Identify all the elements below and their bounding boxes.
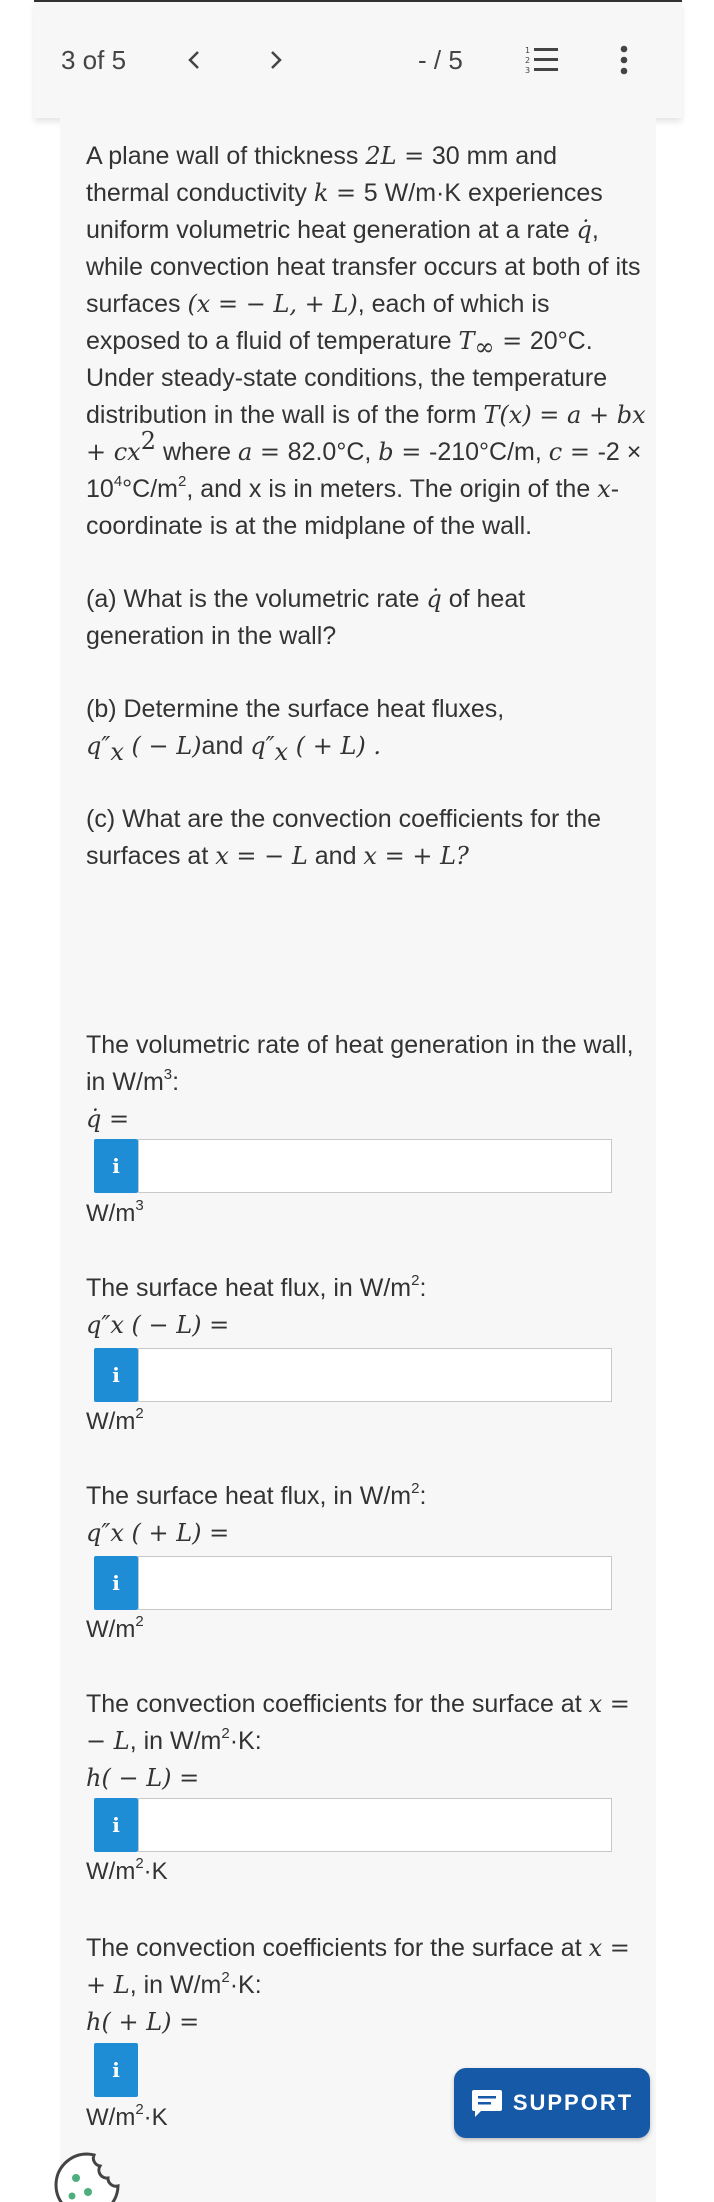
answer-5-prompt: The convection coefficients for the surf…: [86, 1934, 630, 2036]
svg-text:3: 3: [525, 66, 530, 75]
info-icon[interactable]: i: [94, 2043, 138, 2097]
answer-1-prompt: The volumetric rate of heat generation i…: [86, 1031, 634, 1133]
question-counter: 3 of 5: [61, 44, 127, 75]
support-button[interactable]: SUPPORT: [454, 2068, 650, 2138]
answer-2-prompt: The surface heat flux, in W/m2: q″x ( − …: [86, 1271, 427, 1339]
answer-1-input[interactable]: [138, 1139, 612, 1193]
answer-4-input[interactable]: [138, 1798, 612, 1852]
chevron-left-icon: [188, 51, 199, 69]
answer-3-unit: W/m2: [86, 1613, 144, 1643]
question-list-button[interactable]: 1 2 3: [518, 2, 566, 118]
more-vertical-icon: [620, 45, 628, 75]
answer-1-row: i: [94, 1139, 612, 1193]
info-icon[interactable]: i: [94, 1556, 138, 1610]
question-a: (a) What is the volumetric rate q̇ of he…: [86, 585, 526, 650]
answer-3-row: i: [94, 1556, 612, 1610]
info-icon[interactable]: i: [94, 1139, 138, 1193]
answer-1-unit: W/m3: [86, 1197, 144, 1227]
answer-5-unit: W/m2·K: [86, 2101, 168, 2131]
svg-text:1: 1: [525, 46, 530, 55]
question-toolbar: 3 of 5 - / 5 1 2 3: [34, 2, 682, 118]
info-icon[interactable]: i: [94, 1348, 138, 1402]
chat-icon: [471, 2090, 502, 2117]
numbered-list-icon: 1 2 3: [525, 46, 558, 75]
problem-statement: A plane wall of thickness 2L = 30 mm and…: [86, 138, 646, 875]
chevron-right-icon: [271, 51, 282, 69]
answer-4-prompt: The convection coefficients for the surf…: [86, 1690, 630, 1792]
question-b: (b) Determine the surface heat fluxes, q…: [86, 695, 505, 766]
answer-2-row: i: [94, 1348, 612, 1402]
question-c: (c) What are the convection coefficients…: [86, 805, 602, 870]
answer-5-row: i: [94, 2043, 138, 2097]
svg-text:2: 2: [525, 56, 530, 65]
question-score: - / 5: [418, 44, 463, 75]
answer-4-unit: W/m2·K: [86, 1855, 168, 1885]
previous-question-button[interactable]: [174, 2, 214, 118]
answer-4-row: i: [94, 1798, 612, 1852]
cookie-icon[interactable]: [52, 2150, 122, 2202]
problem-text: A plane wall of thickness 2L = 30 mm and…: [86, 142, 646, 540]
answer-3-input[interactable]: [138, 1556, 612, 1610]
answer-3-prompt: The surface heat flux, in W/m2: q″x ( + …: [86, 1479, 427, 1547]
next-question-button[interactable]: [256, 2, 296, 118]
answer-2-input[interactable]: [138, 1348, 612, 1402]
answer-2-unit: W/m2: [86, 1405, 144, 1435]
support-label: SUPPORT: [512, 2090, 634, 2115]
more-options-button[interactable]: [609, 2, 639, 118]
info-icon[interactable]: i: [94, 1798, 138, 1852]
